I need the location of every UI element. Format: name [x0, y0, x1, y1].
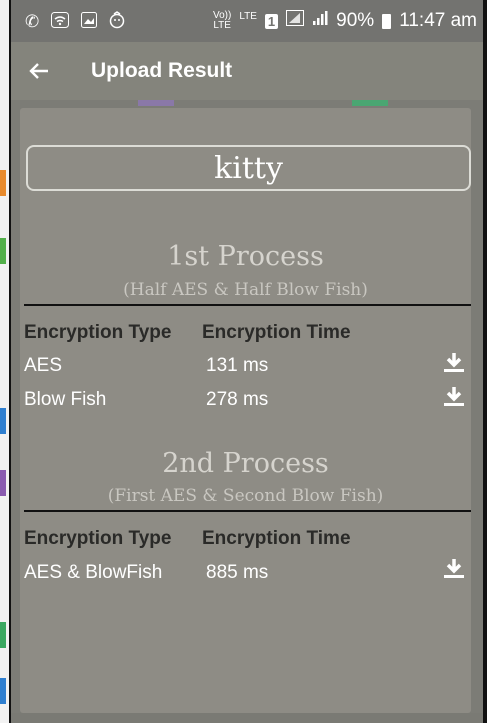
download-icon[interactable]	[442, 558, 466, 580]
process-1-header-type: Encryption Type	[24, 322, 172, 343]
left-edge	[0, 0, 11, 723]
process-2-divider	[24, 510, 471, 512]
gallery-icon	[81, 11, 98, 31]
process-1-title: 1st Process	[167, 241, 324, 272]
signal-icon	[286, 10, 305, 32]
arrow-left-icon[interactable]	[29, 58, 63, 84]
process-1-row-1-time: 131 ms	[206, 355, 269, 376]
process-2-row-1-type: AES & BlowFish	[24, 562, 163, 583]
download-icon[interactable]	[442, 386, 466, 408]
page-title: Upload Result	[91, 59, 233, 82]
tab-indicator	[352, 100, 388, 106]
process-2-header-time: Encryption Time	[202, 528, 351, 549]
process-1-row-2-type: Blow Fish	[24, 389, 107, 410]
process-2-subtitle: (First AES & Second Blow Fish)	[107, 486, 384, 506]
status-bar: ✆ Vo)) LTE LTE 1 90% 11:47 am	[11, 0, 483, 42]
file-name: kitty	[214, 150, 283, 186]
download-icon[interactable]	[442, 352, 466, 374]
tab-indicator	[138, 100, 174, 106]
app-screen: ✆ Vo)) LTE LTE 1 90% 11:47 am Upload Res…	[0, 0, 487, 723]
app-bar: Upload Result	[11, 42, 483, 100]
result-card: kitty 1st Process (Half AES & Half Blow …	[20, 108, 471, 713]
edge-marker	[0, 238, 6, 264]
signal-strength-icon	[312, 10, 328, 32]
battery-percent: 90%	[336, 10, 375, 31]
wifi-icon	[51, 11, 70, 31]
app-notification-icon	[109, 10, 125, 32]
edge-marker	[0, 622, 6, 648]
edge-marker	[0, 678, 6, 704]
process-2-title: 2nd Process	[162, 448, 329, 479]
right-edge	[483, 0, 487, 723]
file-name-box: kitty	[26, 145, 471, 191]
battery-icon	[382, 13, 392, 29]
lte-label: LTE	[239, 11, 257, 22]
process-1-subtitle: (Half AES & Half Blow Fish)	[123, 280, 368, 300]
edge-marker	[0, 470, 6, 496]
process-1-header-time: Encryption Time	[202, 322, 351, 343]
process-2-header-type: Encryption Type	[24, 528, 172, 549]
process-1-divider	[24, 304, 471, 306]
edge-marker	[0, 408, 6, 434]
edge-marker	[0, 170, 6, 196]
process-1-row-1-type: AES	[24, 355, 63, 376]
sim-slot-badge: 1	[264, 13, 279, 29]
clock: 11:47 am	[399, 10, 477, 31]
whatsapp-icon: ✆	[25, 11, 40, 31]
process-1-row-2-time: 278 ms	[206, 389, 269, 410]
bottom-strip	[11, 713, 483, 723]
lte-sublabel: LTE	[213, 20, 231, 31]
volte-indicator: Vo)) LTE	[213, 11, 231, 31]
process-2-row-1-time: 885 ms	[206, 562, 269, 583]
